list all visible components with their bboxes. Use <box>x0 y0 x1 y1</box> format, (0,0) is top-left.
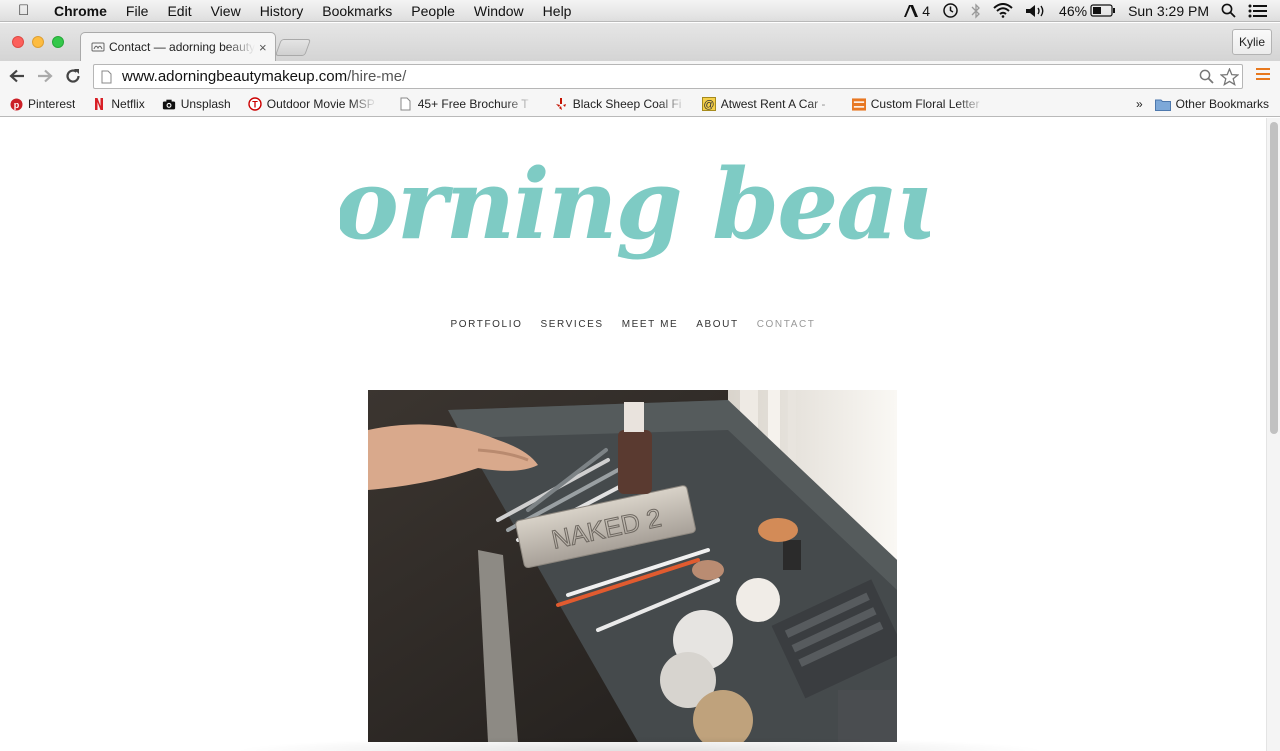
chrome-menu-button[interactable] <box>1256 68 1270 83</box>
nav-portfolio[interactable]: PORTFOLIO <box>450 319 522 330</box>
etsy-icon <box>851 97 866 111</box>
netflix-icon <box>92 97 106 111</box>
window-zoom-button[interactable] <box>52 36 64 48</box>
adobe-icon <box>904 4 919 17</box>
page-icon <box>399 97 413 111</box>
url-path: /hire-me/ <box>347 68 407 85</box>
nav-services[interactable]: SERVICES <box>540 319 603 330</box>
camera-icon <box>162 97 176 111</box>
nav-about[interactable]: ABOUT <box>696 319 738 330</box>
hero-photo-makeup-table: NAKED 2 <box>368 390 897 742</box>
url-host: www.adorningbeautymakeup.com <box>122 68 348 85</box>
scrollbar-thumb[interactable] <box>1270 122 1278 434</box>
menu-window[interactable]: Window <box>474 3 524 19</box>
menu-history[interactable]: History <box>260 3 304 19</box>
bookmark-unsplash[interactable]: Unsplash <box>162 97 231 111</box>
back-arrow-icon <box>9 69 24 83</box>
menu-bookmarks[interactable]: Bookmarks <box>322 3 392 19</box>
apple-icon[interactable]:  <box>18 2 36 19</box>
notification-center-button[interactable] <box>1248 4 1268 18</box>
adobe-count: 4 <box>922 2 931 19</box>
forward-button[interactable] <box>35 66 55 86</box>
bookmark-star-icon[interactable] <box>1220 67 1239 86</box>
clock[interactable]: Sun 3:29 PM <box>1128 3 1209 19</box>
forward-arrow-icon <box>38 69 53 83</box>
volume-status[interactable] <box>1025 4 1047 18</box>
bookmarks-bar: p Pinterest Netflix Unsplash T Outdoor M… <box>0 92 1280 117</box>
menu-app-chrome[interactable]: Chrome <box>54 3 107 19</box>
site-logo[interactable]: adorning beauty <box>340 138 930 288</box>
notification-list-icon <box>1248 4 1267 17</box>
at-icon: @ <box>701 97 716 111</box>
spotlight-button[interactable] <box>1221 3 1236 18</box>
time-machine-status[interactable] <box>942 2 959 19</box>
battery-percent: 46% <box>1059 2 1088 19</box>
menu-file[interactable]: File <box>126 3 149 19</box>
back-button[interactable] <box>7 66 27 86</box>
window-close-button[interactable] <box>12 36 24 48</box>
wifi-icon <box>993 3 1013 18</box>
reload-button[interactable] <box>63 66 83 86</box>
bookmark-black-sheep[interactable]: Black Sheep Coal Fi <box>554 97 687 111</box>
wifi-status[interactable] <box>993 3 1013 18</box>
bookmark-atwest-rent-a-car[interactable]: @ Atwest Rent A Car - <box>701 97 837 111</box>
bookmark-pinterest[interactable]: p Pinterest <box>9 97 75 111</box>
bluetooth-status[interactable] <box>971 2 981 19</box>
battery-status[interactable]: 46% <box>1059 3 1116 19</box>
page-scrollbar[interactable] <box>1266 118 1280 751</box>
page-info-icon[interactable] <box>101 70 112 84</box>
menu-bar-line <box>1256 73 1270 75</box>
window-minimize-button[interactable] <box>32 36 44 48</box>
site-navigation: PORTFOLIO SERVICES MEET ME ABOUT CONTACT <box>0 319 1266 330</box>
web-page: adorning beauty PORTFOLIO SERVICES MEET … <box>0 118 1266 751</box>
menu-people[interactable]: People <box>411 3 455 19</box>
bookmark-netflix[interactable]: Netflix <box>92 97 145 111</box>
battery-icon <box>1090 4 1116 17</box>
bookmarks-overflow-chevron[interactable]: » <box>1136 97 1143 111</box>
nav-contact[interactable]: CONTACT <box>757 319 816 330</box>
chrome-tab-strip: Contact — adorning beauty × Kylie <box>0 23 1280 61</box>
bookmark-other-bookmarks[interactable]: Other Bookmarks <box>1154 97 1269 111</box>
search-icon[interactable] <box>1199 69 1214 84</box>
bookmark-custom-floral-letter[interactable]: Custom Floral Letter <box>851 97 985 111</box>
spotlight-icon <box>1221 3 1236 18</box>
site-logo-text: adorning beauty <box>340 148 930 261</box>
yelp-icon <box>554 97 568 111</box>
target-icon: T <box>248 97 262 111</box>
svg-text:p: p <box>13 100 19 110</box>
page-bottom-shadow <box>230 736 1050 751</box>
reload-icon <box>66 69 80 83</box>
other-bookmarks-label: Other Bookmarks <box>1175 97 1269 111</box>
address-bar[interactable]: www.adorningbeautymakeup.com/hire-me/ <box>93 64 1243 89</box>
new-tab-button[interactable] <box>274 39 312 56</box>
macos-menu-bar:  Chrome File Edit View History Bookmark… <box>0 0 1280 22</box>
time-machine-icon <box>943 3 958 18</box>
nav-meet-me[interactable]: MEET ME <box>622 319 679 330</box>
tab-close-icon[interactable]: × <box>259 40 267 55</box>
menu-help[interactable]: Help <box>543 3 572 19</box>
tab-contact[interactable]: Contact — adorning beauty × <box>80 32 276 61</box>
site-favicon-icon <box>91 42 105 52</box>
adobe-status[interactable]: 4 <box>903 3 930 19</box>
menu-bar-line <box>1256 68 1270 70</box>
tab-title: Contact — adorning beauty <box>109 40 255 54</box>
folder-icon <box>1154 99 1171 111</box>
volume-icon <box>1026 4 1044 17</box>
menu-view[interactable]: View <box>211 3 241 19</box>
menu-bar-line <box>1256 78 1270 80</box>
menu-edit[interactable]: Edit <box>167 3 191 19</box>
profile-button[interactable]: Kylie <box>1231 29 1272 55</box>
chrome-toolbar: www.adorningbeautymakeup.com/hire-me/ <box>0 61 1280 92</box>
svg-text:@: @ <box>703 99 714 111</box>
menubar-status-area: 4 46% Sun 3:29 PM <box>903 0 1280 22</box>
bookmark-brochure[interactable]: 45+ Free Brochure T <box>399 97 534 111</box>
bluetooth-icon <box>971 2 980 19</box>
svg-text:T: T <box>252 100 258 110</box>
bookmark-outdoor-movie-msp[interactable]: T Outdoor Movie MSP <box>248 97 377 111</box>
pinterest-icon: p <box>9 97 23 111</box>
